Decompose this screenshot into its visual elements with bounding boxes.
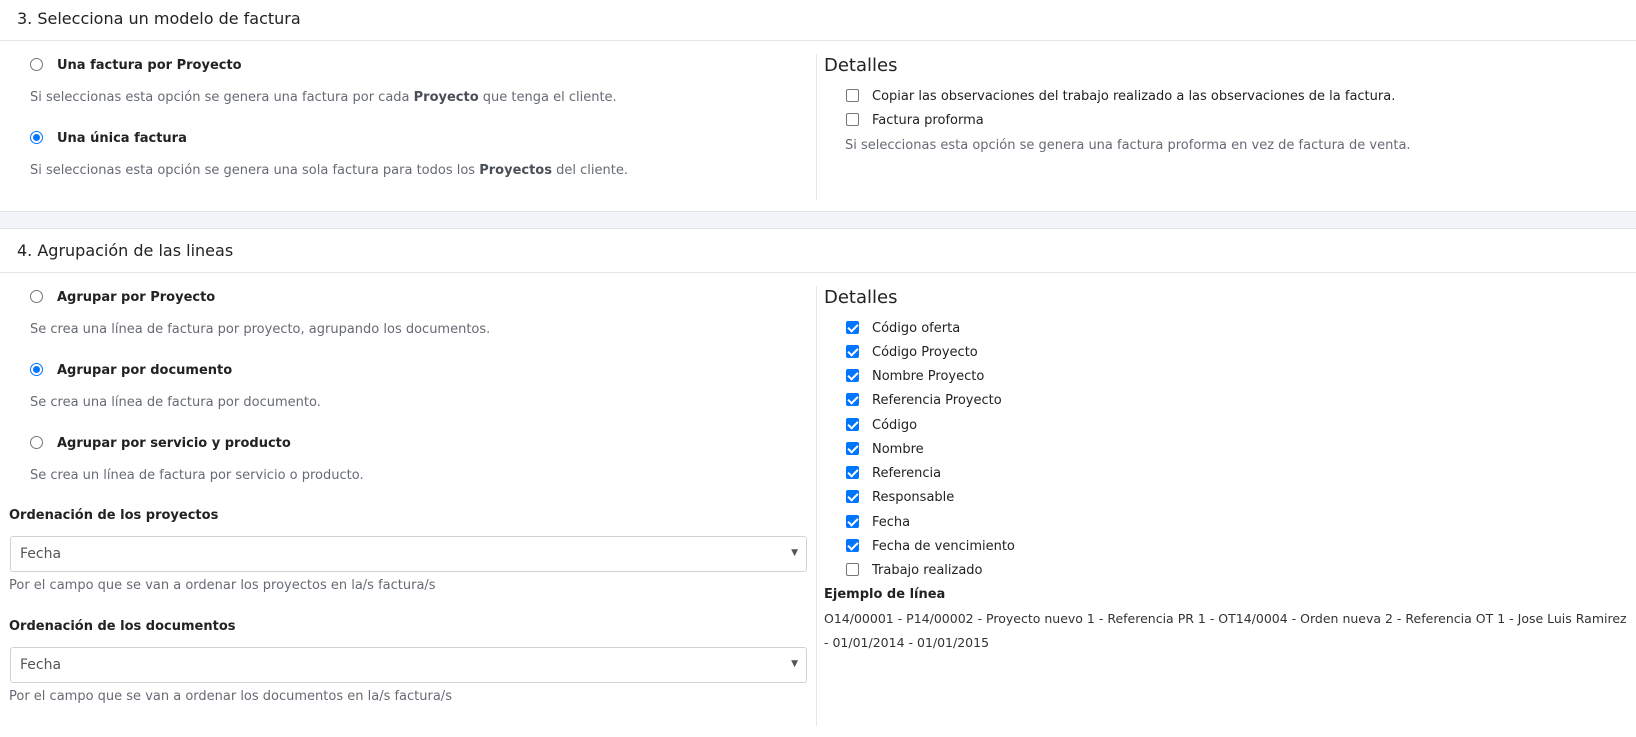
option-description: Se crea una línea de factura por documen… [30, 395, 321, 410]
checkbox-code[interactable] [846, 418, 859, 431]
radio-group-by-service-product[interactable] [30, 436, 43, 449]
title-divider [0, 272, 1636, 273]
checkbox-project-reference[interactable] [846, 393, 859, 406]
checkbox-name[interactable] [846, 442, 859, 455]
order-projects-help: Por el campo que se van a ordenar los pr… [9, 578, 436, 593]
invoice-model-panel: 3. Selecciona un modelo de factura Una f… [0, 0, 1636, 212]
option-label: Agrupar por Proyecto [57, 290, 216, 305]
checkbox-proforma[interactable] [846, 113, 859, 126]
order-projects-select[interactable]: Fecha ▼ [10, 536, 807, 572]
select-value: Fecha [20, 657, 62, 673]
section-title: 3. Selecciona un modelo de factura [17, 9, 301, 28]
checkbox-label: Nombre Proyecto [872, 369, 985, 384]
checkbox-label: Código oferta [872, 321, 961, 336]
checkbox-label: Trabajo realizado [872, 563, 983, 578]
details-title: Detalles [824, 287, 898, 308]
checkbox-label: Código [872, 418, 918, 433]
title-divider [0, 40, 1636, 41]
checkbox-offer-code[interactable] [846, 321, 859, 334]
checkbox-reference[interactable] [846, 466, 859, 479]
checkbox-copy-observations[interactable] [846, 89, 859, 102]
option-description: Se crea un línea de factura por servicio… [30, 468, 364, 483]
option-label: Una única factura [57, 131, 187, 146]
checkbox-label: Responsable [872, 490, 955, 505]
checkbox-label: Nombre [872, 442, 924, 457]
checkbox-label: Factura proforma [872, 113, 984, 128]
details-title: Detalles [824, 55, 898, 76]
checkbox-label: Referencia Proyecto [872, 393, 1002, 408]
option-label: Una factura por Proyecto [57, 58, 242, 73]
checkbox-label: Código Proyecto [872, 345, 978, 360]
select-value: Fecha [20, 546, 62, 562]
checkbox-label: Fecha [872, 515, 911, 530]
proforma-help: Si seleccionas esta opción se genera una… [845, 138, 1411, 153]
checkbox-work-done[interactable] [846, 563, 859, 576]
checkbox-label: Fecha de vencimiento [872, 539, 1015, 554]
example-line-text: O14/00001 - P14/00002 - Proyecto nuevo 1… [824, 611, 1627, 650]
column-divider [816, 54, 817, 200]
radio-group-by-project[interactable] [30, 290, 43, 303]
option-description: Si seleccionas esta opción se genera una… [30, 90, 617, 105]
radio-single-invoice[interactable] [30, 131, 43, 144]
line-grouping-panel: 4. Agrupación de las lineas Agrupar por … [0, 228, 1636, 737]
order-documents-select[interactable]: Fecha ▼ [10, 647, 807, 683]
order-documents-label: Ordenación de los documentos [9, 619, 236, 634]
chevron-down-icon: ▼ [791, 548, 798, 558]
section-title: 4. Agrupación de las lineas [17, 241, 234, 260]
checkbox-responsible[interactable] [846, 490, 859, 503]
order-documents-help: Por el campo que se van a ordenar los do… [9, 689, 452, 704]
checkbox-label: Copiar las observaciones del trabajo rea… [872, 89, 1396, 104]
checkbox-label: Referencia [872, 466, 942, 481]
chevron-down-icon: ▼ [791, 659, 798, 669]
example-line-label: Ejemplo de línea [824, 587, 946, 602]
checkbox-due-date[interactable] [846, 539, 859, 552]
option-description: Se crea una línea de factura por proyect… [30, 322, 491, 337]
option-label: Agrupar por documento [57, 363, 233, 378]
option-label: Agrupar por servicio y producto [57, 436, 291, 451]
option-description: Si seleccionas esta opción se genera una… [30, 163, 628, 178]
radio-group-by-document[interactable] [30, 363, 43, 376]
radio-one-invoice-per-project[interactable] [30, 58, 43, 71]
order-projects-label: Ordenación de los proyectos [9, 508, 219, 523]
checkbox-project-code[interactable] [846, 345, 859, 358]
checkbox-date[interactable] [846, 515, 859, 528]
column-divider [816, 286, 817, 726]
checkbox-project-name[interactable] [846, 369, 859, 382]
